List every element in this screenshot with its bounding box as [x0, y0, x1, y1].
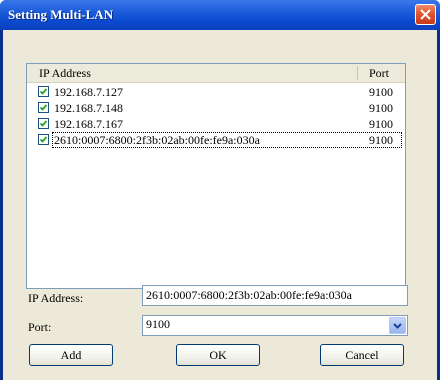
column-separator[interactable]	[357, 66, 358, 80]
dialog-window: Setting Multi-LAN IP Address Port 192.16…	[0, 0, 440, 380]
list-item-selected[interactable]: 2610:0007:6800:2f3b:02ab:00fe:fe9a:030a …	[38, 132, 402, 148]
dropdown-button[interactable]	[389, 317, 406, 334]
row-checkbox[interactable]	[38, 86, 49, 97]
row-ip: 192.168.7.127	[54, 85, 123, 99]
row-ip: 192.168.7.167	[54, 117, 123, 131]
row-checkbox[interactable]	[38, 102, 49, 113]
window-title: Setting Multi-LAN	[8, 7, 114, 22]
checkmark-icon	[39, 104, 48, 111]
title-bar[interactable]: Setting Multi-LAN	[0, 0, 440, 30]
row-port: 9100	[369, 85, 393, 99]
checkmark-icon	[39, 88, 48, 95]
row-port: 9100	[369, 133, 393, 147]
cancel-button[interactable]: Cancel	[320, 344, 404, 366]
close-button[interactable]	[415, 4, 436, 25]
list-item[interactable]: 192.168.7.167 9100	[27, 116, 405, 132]
ok-button[interactable]: OK	[176, 344, 260, 366]
row-ip: 2610:0007:6800:2f3b:02ab:00fe:fe9a:030a	[54, 133, 260, 147]
row-port: 9100	[369, 117, 393, 131]
ip-address-label: IP Address:	[28, 291, 84, 305]
add-button[interactable]: Add	[29, 344, 113, 366]
checkmark-icon	[39, 120, 48, 127]
column-header-ip[interactable]: IP Address	[39, 66, 91, 81]
chevron-down-icon	[393, 323, 402, 329]
list-item[interactable]: 192.168.7.127 9100	[27, 84, 405, 100]
row-checkbox[interactable]	[38, 134, 49, 145]
list-header: IP Address Port	[27, 64, 405, 83]
port-value: 9100	[146, 317, 170, 331]
ip-address-input[interactable]: 2610:0007:6800:2f3b:02ab:00fe:fe9a:030a	[142, 285, 408, 306]
row-ip: 192.168.7.148	[54, 101, 123, 115]
checkmark-icon	[39, 136, 48, 143]
port-label: Port:	[28, 320, 52, 334]
lan-list[interactable]: IP Address Port 192.168.7.127 9100 192.1…	[26, 63, 406, 289]
close-icon	[420, 9, 431, 20]
row-port: 9100	[369, 101, 393, 115]
port-dropdown[interactable]: 9100	[142, 315, 408, 336]
column-header-port[interactable]: Port	[369, 66, 389, 81]
row-checkbox[interactable]	[38, 118, 49, 129]
dialog-body: IP Address Port 192.168.7.127 9100 192.1…	[3, 30, 437, 380]
list-item[interactable]: 192.168.7.148 9100	[27, 100, 405, 116]
